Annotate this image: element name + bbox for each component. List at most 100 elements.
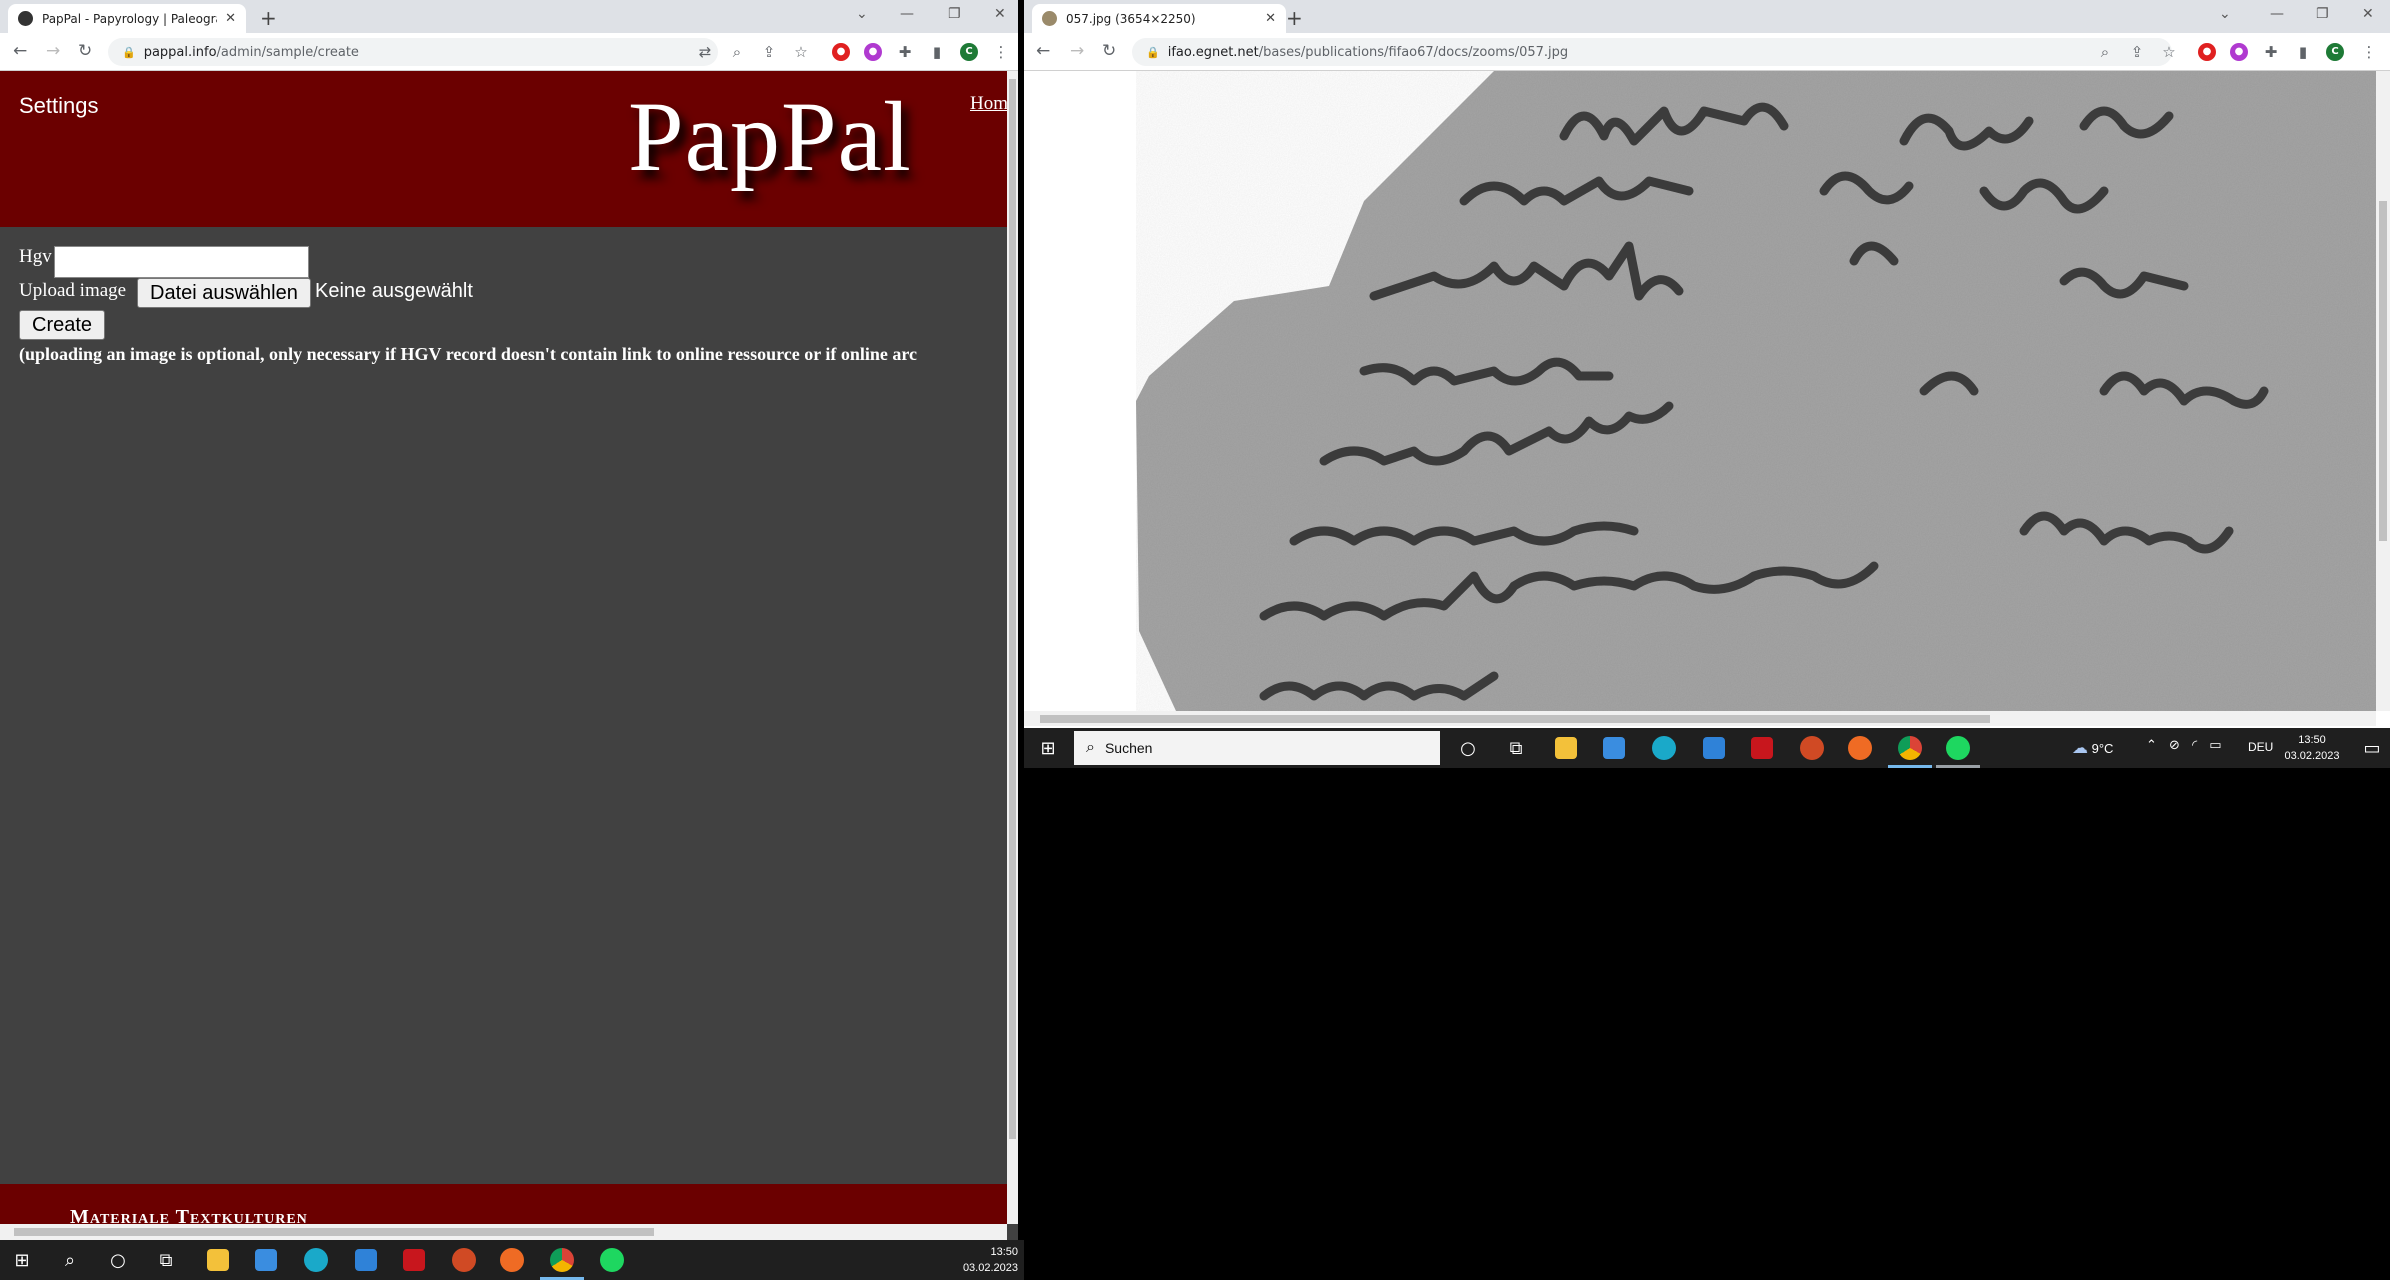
extension-purple-icon[interactable]: ● xyxy=(2230,43,2248,61)
menu-kebab-icon[interactable]: ⋮ xyxy=(992,43,1010,61)
side-panel-icon[interactable]: ▮ xyxy=(928,43,946,61)
extension-red-icon[interactable]: ● xyxy=(832,43,850,61)
acrobat-icon[interactable] xyxy=(1748,734,1776,762)
search-icon[interactable]: ⌕ xyxy=(56,1246,84,1274)
weather-widget[interactable]: ☁ 9°C xyxy=(2072,738,2113,758)
left-taskbar-clock[interactable]: 13:50 03.02.2023 xyxy=(940,1244,1018,1276)
extension-purple-icon[interactable]: ● xyxy=(864,43,882,61)
extensions-puzzle-icon[interactable]: ✚ xyxy=(896,43,914,61)
new-tab-button[interactable]: + xyxy=(260,6,277,30)
papyrus-image-viewer[interactable] xyxy=(1024,71,2376,711)
cortana-icon[interactable]: ○ xyxy=(104,1246,132,1274)
reload-icon[interactable]: ↻ xyxy=(78,41,92,61)
extensions-puzzle-icon[interactable]: ✚ xyxy=(2262,43,2280,61)
notification-icon[interactable]: ▭ xyxy=(2358,734,2386,762)
hgv-input[interactable] xyxy=(54,246,309,278)
url-bar[interactable]: 🔒 pappal.info/admin/sample/create xyxy=(108,38,718,66)
task-view-icon[interactable]: ⧉ xyxy=(1502,734,1530,762)
profile-avatar[interactable]: C xyxy=(960,43,978,61)
firefox-icon[interactable] xyxy=(1846,734,1874,762)
forward-icon[interactable]: → xyxy=(1070,41,1084,61)
home-link[interactable]: Hom xyxy=(970,93,1008,115)
left-horizontal-scrollbar[interactable] xyxy=(0,1224,1007,1240)
extension-red-icon[interactable]: ● xyxy=(2198,43,2216,61)
share-icon[interactable]: ⇪ xyxy=(760,43,778,61)
store-icon[interactable] xyxy=(252,1246,280,1274)
file-explorer-icon[interactable] xyxy=(204,1246,232,1274)
tab-close-icon[interactable]: ✕ xyxy=(225,11,236,26)
edge-icon[interactable] xyxy=(302,1246,330,1274)
pappal-favicon-icon xyxy=(18,11,33,26)
battery-icon[interactable]: ▭ xyxy=(2209,738,2221,753)
bookmark-star-icon[interactable]: ☆ xyxy=(2160,43,2178,61)
right-horizontal-scroll-thumb[interactable] xyxy=(1040,715,1990,723)
left-vertical-scroll-thumb[interactable] xyxy=(1009,79,1016,1139)
forward-icon[interactable]: → xyxy=(46,41,60,61)
spotify-icon[interactable] xyxy=(1944,734,1972,762)
right-taskbar-clock[interactable]: 13:50 03.02.2023 xyxy=(2270,732,2354,764)
site-header: Settings PapPal Hom xyxy=(0,71,1008,227)
url-host: pappal.info xyxy=(143,44,217,60)
restore-button[interactable]: ❐ xyxy=(948,6,961,22)
left-vertical-scrollbar[interactable] xyxy=(1007,71,1018,1224)
chrome-active-indicator xyxy=(1888,765,1932,768)
cortana-icon[interactable]: ○ xyxy=(1454,734,1482,762)
task-view-icon[interactable]: ⧉ xyxy=(152,1246,180,1274)
right-vertical-scroll-thumb[interactable] xyxy=(2379,201,2387,541)
choose-file-button[interactable]: Datei auswählen xyxy=(137,278,311,308)
zoom-icon[interactable]: ⌕ xyxy=(2096,43,2114,61)
chevron-up-icon[interactable]: ⌃ xyxy=(2146,738,2157,753)
taskbar-search-box[interactable]: ⌕ Suchen xyxy=(1074,731,1440,765)
file-status: Keine ausgewählt xyxy=(315,280,473,302)
tab-search-icon[interactable]: ⌄ xyxy=(2219,6,2231,22)
powerpoint-icon[interactable] xyxy=(450,1246,478,1274)
back-icon[interactable]: ← xyxy=(1036,41,1050,61)
close-window-button[interactable]: ✕ xyxy=(2362,6,2374,22)
new-tab-button[interactable]: + xyxy=(1286,6,1303,30)
share-icon[interactable]: ⇪ xyxy=(2128,43,2146,61)
store-icon[interactable] xyxy=(1600,734,1628,762)
reload-icon[interactable]: ↻ xyxy=(1102,41,1116,61)
bookmark-star-icon[interactable]: ☆ xyxy=(792,43,810,61)
wifi-icon[interactable]: ◜ xyxy=(2192,738,2197,753)
hgv-label: Hgv xyxy=(19,246,52,267)
file-explorer-icon[interactable] xyxy=(1552,734,1580,762)
menu-kebab-icon[interactable]: ⋮ xyxy=(2360,43,2378,61)
mail-icon[interactable] xyxy=(1700,734,1728,762)
firefox-icon[interactable] xyxy=(498,1246,526,1274)
papyrus-fragment-image xyxy=(1136,71,2376,711)
create-button[interactable]: Create xyxy=(19,310,106,340)
right-horizontal-scrollbar[interactable] xyxy=(1024,711,2376,726)
minimize-button[interactable]: — xyxy=(2270,6,2284,22)
lock-icon: 🔒 xyxy=(1146,45,1160,59)
tab-search-icon[interactable]: ⌄ xyxy=(856,6,868,22)
zoom-icon[interactable]: ⌕ xyxy=(728,43,746,61)
tray-icons[interactable]: ⌃ ⊘ ◜ ▭ xyxy=(2146,738,2222,753)
translate-icon[interactable]: ⇄ xyxy=(696,43,714,61)
restore-button[interactable]: ❐ xyxy=(2316,6,2329,22)
chrome-icon[interactable] xyxy=(1896,734,1924,762)
edge-icon[interactable] xyxy=(1650,734,1678,762)
side-panel-icon[interactable]: ▮ xyxy=(2294,43,2312,61)
tab-image-057[interactable]: 057.jpg (3654×2250) ✕ xyxy=(1032,4,1286,33)
spotify-icon[interactable] xyxy=(598,1246,626,1274)
url-bar[interactable]: 🔒 ifao.egnet.net/bases/publications/fifa… xyxy=(1132,38,2172,66)
network-icon[interactable]: ⊘ xyxy=(2169,738,2180,753)
minimize-button[interactable]: — xyxy=(900,6,914,22)
close-window-button[interactable]: ✕ xyxy=(994,6,1006,22)
powerpoint-icon[interactable] xyxy=(1798,734,1826,762)
windows-start-icon[interactable]: ⊞ xyxy=(8,1246,36,1274)
tab-close-icon[interactable]: ✕ xyxy=(1265,11,1276,26)
lock-icon: 🔒 xyxy=(122,45,136,59)
chrome-icon[interactable] xyxy=(548,1246,576,1274)
profile-avatar[interactable]: C xyxy=(2326,43,2344,61)
tab-title: PapPal - Papyrology | Paleograph xyxy=(42,11,217,26)
settings-link[interactable]: Settings xyxy=(19,93,99,119)
left-horizontal-scroll-thumb[interactable] xyxy=(14,1228,654,1236)
right-vertical-scrollbar[interactable] xyxy=(2376,71,2390,711)
tab-pappal[interactable]: PapPal - Papyrology | Paleograph ✕ xyxy=(8,4,246,33)
back-icon[interactable]: ← xyxy=(13,41,27,61)
windows-start-icon[interactable]: ⊞ xyxy=(1034,734,1062,762)
mail-icon[interactable] xyxy=(352,1246,380,1274)
acrobat-icon[interactable] xyxy=(400,1246,428,1274)
